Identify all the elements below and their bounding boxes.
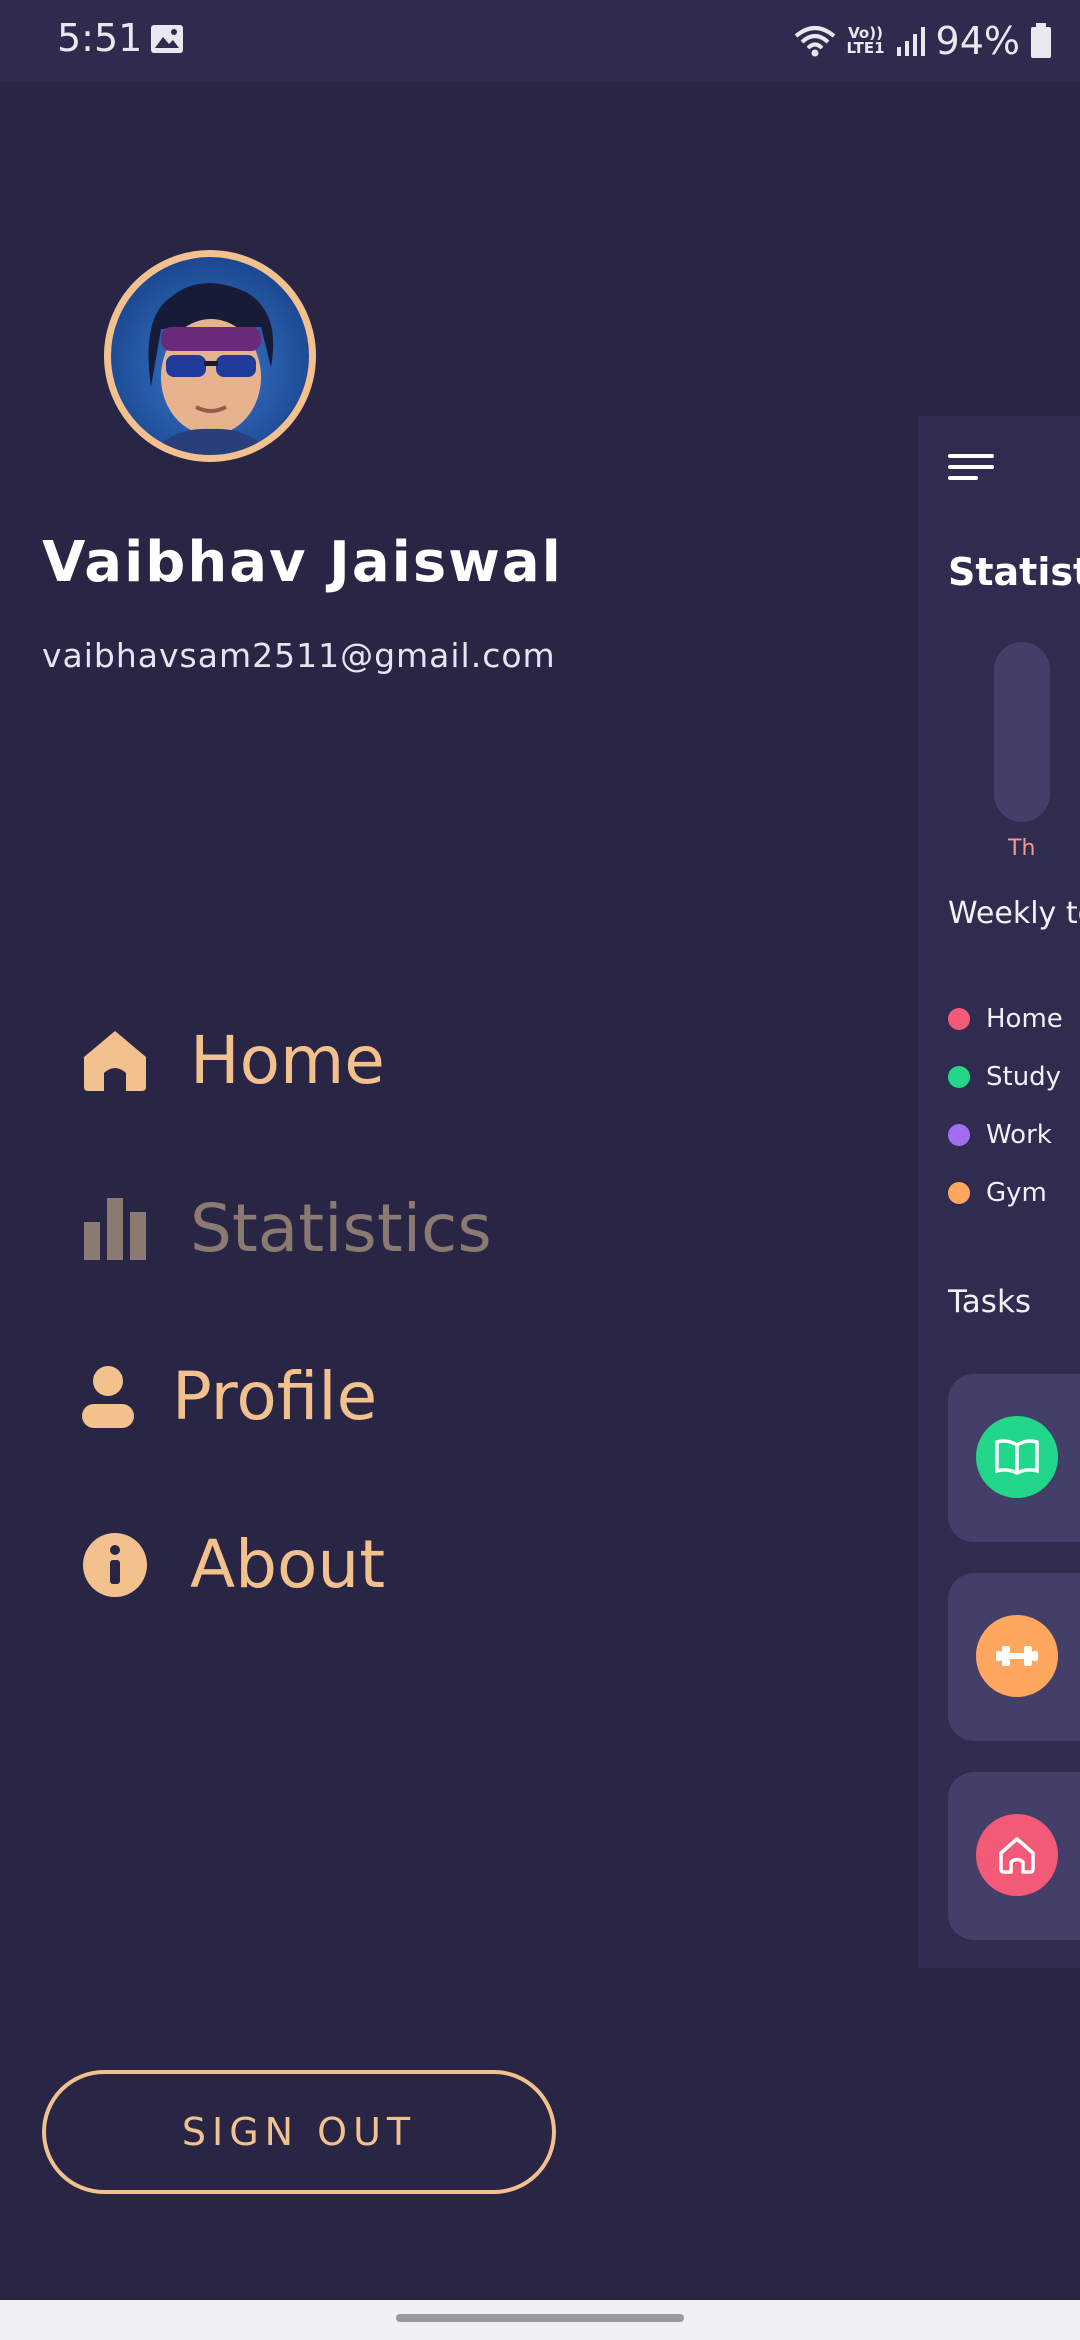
bar-chart-icon	[80, 1194, 150, 1264]
person-icon	[80, 1362, 136, 1432]
status-time: 5:51	[57, 16, 143, 60]
menu-item-profile[interactable]: Profile	[80, 1358, 377, 1435]
user-name: Vaibhav Jaiswal	[42, 530, 563, 595]
legend-dot	[948, 1124, 970, 1146]
task-card-gym[interactable]	[948, 1573, 1080, 1741]
menu-item-statistics[interactable]: Statistics	[80, 1190, 492, 1267]
chart-bar	[994, 642, 1050, 822]
home-gesture-handle[interactable]	[396, 2314, 684, 2322]
navigation-bar	[0, 2300, 1080, 2340]
menu-label-statistics: Statistics	[190, 1190, 492, 1267]
sign-out-button[interactable]: SIGN OUT	[42, 2070, 556, 2194]
status-bar: 5:51 Vo)) LTE1 94%	[0, 0, 1080, 82]
legend-item-study: Study	[948, 1062, 1061, 1092]
dumbbell-icon	[976, 1615, 1058, 1697]
legend-item-home: Home	[948, 1004, 1063, 1034]
book-icon	[976, 1416, 1058, 1498]
legend-dot	[948, 1066, 970, 1088]
menu-label-about: About	[190, 1526, 386, 1603]
menu-label-home: Home	[190, 1022, 385, 1099]
panel-title: Statisti	[948, 550, 1080, 594]
menu-hamburger-icon[interactable]	[948, 452, 994, 482]
menu-label-profile: Profile	[172, 1358, 378, 1435]
avatar-image	[148, 283, 274, 455]
task-card-home[interactable]	[948, 1772, 1080, 1940]
battery-icon	[1031, 23, 1051, 58]
legend-item-work: Work	[948, 1120, 1052, 1150]
battery-percent: 94%	[935, 19, 1020, 63]
tasks-label: Tasks	[948, 1284, 1032, 1320]
weekly-section-label: Weekly to	[948, 896, 1080, 931]
wifi-icon	[794, 26, 835, 57]
info-icon	[80, 1530, 150, 1600]
home-icon	[976, 1814, 1058, 1896]
menu-item-about[interactable]: About	[80, 1526, 385, 1603]
task-card-study[interactable]	[948, 1374, 1080, 1542]
legend-item-gym: Gym	[948, 1178, 1047, 1208]
chart-bar-label: Th	[1008, 836, 1036, 861]
image-notification-icon	[151, 25, 183, 53]
user-email: vaibhavsam2511@gmail.com	[42, 636, 556, 675]
home-icon	[80, 1026, 150, 1096]
menu-item-home[interactable]: Home	[80, 1022, 385, 1099]
legend-label: Gym	[986, 1178, 1047, 1208]
legend-dot	[948, 1182, 970, 1204]
status-icons: Vo)) LTE1 94%	[794, 14, 1052, 68]
legend-dot	[948, 1008, 970, 1030]
signal-icon	[896, 27, 925, 56]
network-type-label: Vo)) LTE1	[846, 24, 885, 57]
avatar[interactable]	[104, 250, 316, 462]
legend-label: Work	[986, 1120, 1052, 1150]
legend-label: Home	[986, 1004, 1063, 1034]
legend-label: Study	[986, 1062, 1062, 1092]
main-content-panel[interactable]: Statisti Th Weekly to Home Study Work Gy…	[918, 416, 1080, 1968]
